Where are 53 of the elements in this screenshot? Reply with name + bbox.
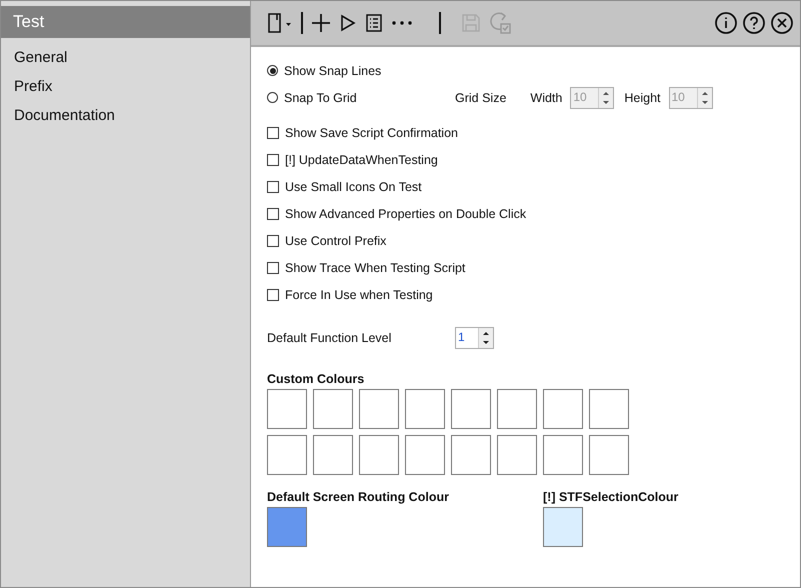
- colour-swatch[interactable]: [359, 435, 399, 475]
- colour-swatch[interactable]: [543, 389, 583, 429]
- checkbox-option[interactable]: Show Save Script Confirmation: [267, 119, 800, 146]
- colour-swatch[interactable]: [405, 389, 445, 429]
- checkbox-option[interactable]: Use Small Icons On Test: [267, 173, 800, 200]
- checkbox-option[interactable]: Force In Use when Testing: [267, 281, 800, 308]
- colour-swatch[interactable]: [543, 435, 583, 475]
- checkbox[interactable]: [267, 180, 279, 192]
- sidebar-title: Test: [1, 6, 250, 38]
- spinner-arrows-icon[interactable]: [478, 328, 493, 348]
- checkbox[interactable]: [267, 262, 279, 274]
- colour-swatch[interactable]: [267, 507, 307, 547]
- checkbox[interactable]: [267, 288, 279, 300]
- colour-swatch[interactable]: [313, 435, 353, 475]
- checkbox-option[interactable]: Use Control Prefix: [267, 227, 800, 254]
- sidebar-item[interactable]: Documentation: [1, 103, 250, 132]
- width-label: Width: [530, 90, 562, 104]
- radio-button[interactable]: [267, 65, 278, 76]
- radio-option[interactable]: Snap To Grid: [267, 90, 455, 104]
- checkbox[interactable]: [267, 208, 279, 220]
- section-heading: Custom Colours: [267, 372, 366, 386]
- help-icon[interactable]: [742, 11, 766, 35]
- colour-setting-label: [!] STFSelectionColour: [543, 490, 678, 504]
- colour-swatch[interactable]: [497, 389, 537, 429]
- colour-swatch[interactable]: [543, 507, 583, 547]
- grid-size-label: Grid Size: [455, 90, 506, 104]
- checkbox-option[interactable]: Show Trace When Testing Script: [267, 254, 800, 281]
- checkbox[interactable]: [267, 234, 279, 246]
- colour-swatch[interactable]: [451, 389, 491, 429]
- radio-option[interactable]: Show Snap Lines: [267, 64, 382, 78]
- colour-swatch[interactable]: [589, 435, 629, 475]
- plus-icon[interactable]: [309, 11, 333, 35]
- sidebar-item[interactable]: General: [1, 45, 250, 74]
- height-label: Height: [624, 90, 660, 104]
- colour-swatch[interactable]: [267, 389, 307, 429]
- checkbox[interactable]: [267, 154, 279, 166]
- colour-swatch[interactable]: [451, 435, 491, 475]
- colour-swatch[interactable]: [405, 435, 445, 475]
- colour-swatch[interactable]: [497, 435, 537, 475]
- colour-swatch[interactable]: [313, 389, 353, 429]
- radio-button[interactable]: [267, 92, 278, 103]
- close-icon[interactable]: [770, 11, 794, 35]
- colour-swatch[interactable]: [267, 435, 307, 475]
- checkbox-option[interactable]: [!] UpdateDataWhenTesting: [267, 146, 800, 173]
- checkbox-option[interactable]: Show Advanced Properties on Double Click: [267, 200, 800, 227]
- colour-swatch[interactable]: [359, 389, 399, 429]
- info-icon[interactable]: [714, 11, 738, 35]
- function-level-spinner[interactable]: 1: [455, 327, 494, 349]
- checkbox[interactable]: [267, 126, 279, 138]
- function-level-label: Default Function Level: [267, 331, 392, 345]
- colour-setting-label: Default Screen Routing Colour: [267, 490, 450, 504]
- colour-swatch[interactable]: [589, 389, 629, 429]
- sidebar-item[interactable]: Prefix: [1, 74, 250, 103]
